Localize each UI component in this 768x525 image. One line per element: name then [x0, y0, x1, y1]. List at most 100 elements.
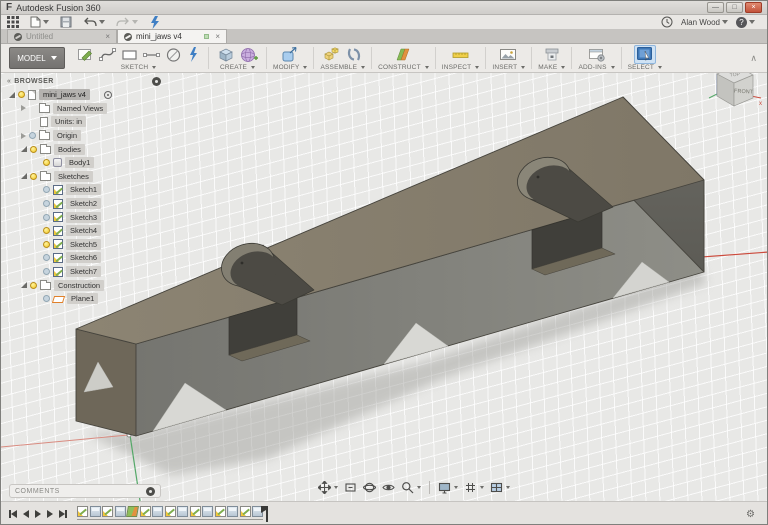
create-sketch-button[interactable] [75, 45, 96, 64]
group-label[interactable]: CREATE [220, 64, 247, 71]
comments-panel[interactable]: COMMENTS [9, 484, 161, 498]
group-label[interactable]: MAKE [538, 64, 557, 71]
expander-icon[interactable] [21, 133, 26, 139]
activate-target-icon[interactable] [104, 91, 112, 99]
timeline-plane-feature[interactable] [126, 506, 139, 517]
file-menu-button[interactable] [30, 16, 49, 28]
expander-icon[interactable] [9, 92, 15, 98]
visibility-bulb-icon[interactable] [43, 227, 50, 234]
tab-close-icon[interactable]: × [105, 32, 110, 41]
visibility-bulb-icon[interactable] [30, 282, 37, 289]
view-cube[interactable]: TOP FRONT x [707, 73, 763, 116]
timeline-sketch-feature[interactable] [140, 506, 151, 517]
timeline-step-forward-button[interactable] [47, 510, 53, 518]
browser-item-units-in[interactable]: Units: in [7, 115, 161, 129]
timeline-step-back-button[interactable] [23, 510, 29, 518]
scripts-addins-button[interactable] [586, 45, 608, 64]
user-menu[interactable]: Alan Wood [681, 18, 728, 27]
pan-button[interactable] [317, 480, 339, 495]
notifications-clock-icon[interactable] [661, 16, 673, 28]
orbit-button[interactable] [362, 480, 377, 495]
timeline-play-button[interactable] [35, 510, 41, 518]
browser-item-sketches[interactable]: Sketches [7, 170, 161, 184]
timeline-skip-end-button[interactable] [59, 510, 67, 518]
browser-item-sketch1[interactable]: Sketch1 [7, 183, 161, 197]
circle-button[interactable] [163, 45, 184, 64]
display-settings-button[interactable] [437, 480, 459, 495]
create-box-button[interactable] [215, 45, 237, 64]
browser-item-plane1[interactable]: Plane1 [7, 292, 161, 306]
tab-mini-jaws-v4[interactable]: mini_jaws v4 × [117, 29, 227, 43]
expander-icon[interactable] [21, 146, 27, 152]
select-button[interactable] [634, 45, 656, 64]
group-label[interactable]: SKETCH [121, 64, 149, 71]
timeline-extrude-feature[interactable] [90, 506, 101, 517]
visibility-bulb-icon[interactable] [43, 214, 50, 221]
undo-button[interactable] [83, 16, 105, 28]
fit-button[interactable] [343, 480, 358, 495]
visibility-bulb-icon[interactable] [18, 91, 25, 98]
timeline-skip-start-button[interactable] [9, 510, 17, 518]
group-label[interactable]: CONSTRUCT [378, 64, 421, 71]
tab-untitled[interactable]: Untitled × [7, 29, 117, 43]
group-label[interactable]: SELECT [628, 64, 655, 71]
timeline-sketch-feature[interactable] [190, 506, 201, 517]
visibility-bulb-icon[interactable] [30, 173, 37, 180]
group-label[interactable]: INSPECT [442, 64, 472, 71]
zoom-button[interactable] [400, 480, 422, 495]
tab-close-icon[interactable]: × [215, 32, 220, 41]
visibility-bulb-icon[interactable] [43, 295, 50, 302]
spline-button[interactable] [97, 45, 118, 64]
browser-item-sketch3[interactable]: Sketch3 [7, 210, 161, 224]
measure-button[interactable] [449, 45, 472, 64]
timeline-extrude-feature[interactable] [202, 506, 213, 517]
timeline-sketch-feature[interactable] [102, 506, 113, 517]
browser-item-named-views[interactable]: Named Views [7, 102, 161, 116]
grid-snaps-button[interactable] [463, 480, 485, 495]
timeline-sketch-feature[interactable] [77, 506, 88, 517]
timeline-settings-gear-icon[interactable]: ⚙ [746, 509, 759, 520]
browser-item-sketch4[interactable]: Sketch4 [7, 224, 161, 238]
look-at-button[interactable] [381, 480, 396, 495]
ribbon-collapse-button[interactable]: ∧ [750, 53, 767, 64]
group-label[interactable]: ASSEMBLE [320, 64, 357, 71]
timeline-sketch-feature[interactable] [165, 506, 176, 517]
new-component-button[interactable] [321, 45, 343, 64]
minimize-button[interactable]: — [707, 2, 724, 13]
redo-button[interactable] [116, 16, 138, 28]
viewports-button[interactable] [489, 480, 511, 495]
make-button[interactable] [541, 45, 563, 64]
close-button[interactable]: × [745, 2, 762, 13]
workspace-selector[interactable]: MODEL [9, 47, 65, 69]
browser-header[interactable]: « BROWSER [7, 75, 161, 88]
browser-item-mini-jaws-v4[interactable]: mini_jaws v4 [7, 88, 161, 102]
browser-item-bodies[interactable]: Bodies [7, 142, 161, 156]
construct-plane-button[interactable] [392, 45, 414, 64]
visibility-bulb-icon[interactable] [30, 146, 37, 153]
browser-item-sketch5[interactable]: Sketch5 [7, 238, 161, 252]
save-button[interactable] [60, 16, 72, 28]
timeline-extrude-feature[interactable] [227, 506, 238, 517]
expander-icon[interactable] [21, 173, 27, 179]
job-status-icon[interactable] [149, 16, 161, 29]
line-button[interactable] [141, 45, 162, 64]
visibility-bulb-icon[interactable] [43, 254, 50, 261]
rectangle-button[interactable] [119, 45, 140, 64]
visibility-bulb-icon[interactable] [43, 268, 50, 275]
app-grid-button[interactable] [7, 16, 19, 28]
group-label[interactable]: MODIFY [273, 64, 299, 71]
visibility-bulb-icon[interactable] [43, 159, 50, 166]
browser-item-construction[interactable]: Construction [7, 278, 161, 292]
timeline-extrude-feature[interactable] [152, 506, 163, 517]
comments-options-icon[interactable] [146, 487, 155, 496]
expander-icon[interactable] [21, 105, 26, 111]
browser-item-origin[interactable]: Origin [7, 129, 161, 143]
timeline-sketch-feature[interactable] [215, 506, 226, 517]
visibility-bulb-icon[interactable] [43, 200, 50, 207]
browser-item-sketch2[interactable]: Sketch2 [7, 197, 161, 211]
visibility-bulb-icon[interactable] [29, 132, 36, 139]
viewport-canvas[interactable]: TOP FRONT x « BROWSER mini_jaws v4Named … [1, 73, 768, 501]
expander-icon[interactable] [21, 282, 27, 288]
insert-image-button[interactable] [497, 45, 520, 64]
joint-button[interactable] [344, 45, 364, 64]
